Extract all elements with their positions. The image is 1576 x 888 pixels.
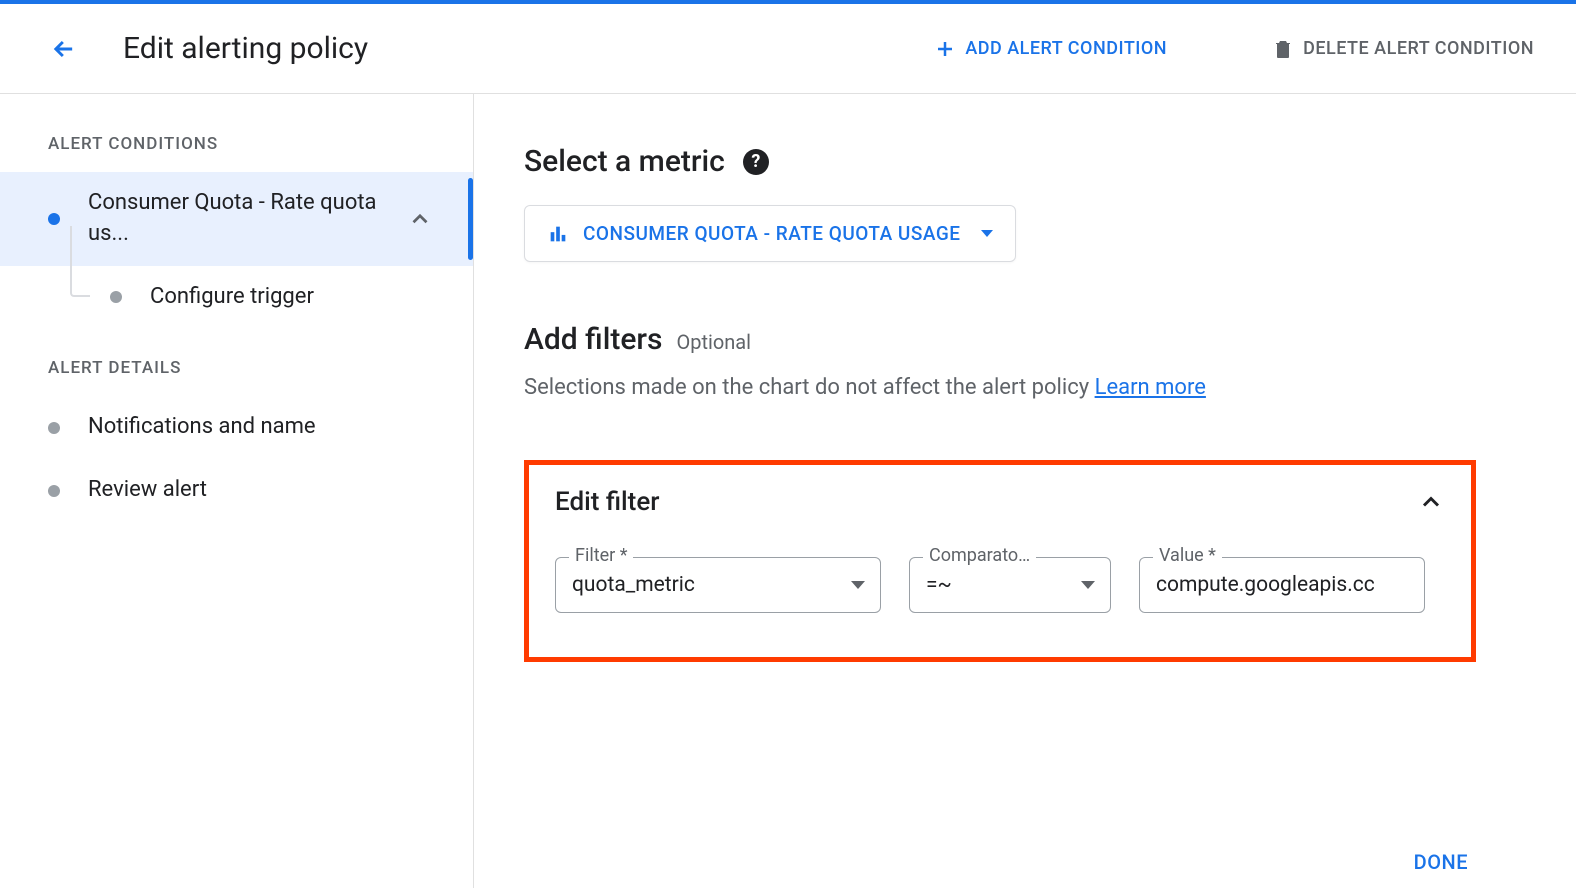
step-dot-icon — [48, 422, 60, 434]
sidebar-item-label: Review alert — [88, 475, 453, 506]
step-dot-icon — [110, 291, 122, 303]
caret-down-icon — [981, 230, 993, 237]
trash-icon — [1271, 37, 1295, 61]
help-icon[interactable]: ? — [743, 149, 769, 175]
plus-icon — [933, 37, 957, 61]
add-filters-heading: Add filters — [524, 322, 662, 357]
sidebar-item-notifications[interactable]: Notifications and name — [0, 396, 473, 459]
caret-down-icon — [1081, 581, 1095, 589]
sidebar-item-configure-trigger[interactable]: Configure trigger — [0, 266, 473, 329]
main-content: Select a metric ? CONSUMER QUOTA - RATE … — [474, 94, 1576, 888]
filters-description: Selections made on the chart do not affe… — [524, 375, 1524, 400]
optional-label: Optional — [676, 330, 751, 354]
delete-alert-condition-label: DELETE ALERT CONDITION — [1303, 38, 1534, 59]
metric-selector-label: CONSUMER QUOTA - RATE QUOTA USAGE — [583, 222, 961, 245]
metric-selector[interactable]: CONSUMER QUOTA - RATE QUOTA USAGE — [524, 205, 1016, 262]
filter-field-label: Filter * — [569, 545, 633, 566]
chevron-up-icon[interactable] — [1417, 488, 1445, 516]
sidebar: ALERT CONDITIONS Consumer Quota - Rate q… — [0, 94, 474, 888]
step-dot-icon — [48, 485, 60, 497]
bar-chart-icon — [547, 223, 569, 245]
delete-alert-condition-button[interactable]: DELETE ALERT CONDITION — [1259, 29, 1546, 69]
tree-connector — [70, 266, 90, 297]
edit-filter-panel: Edit filter Filter * quota_metric Compar… — [524, 460, 1476, 662]
chevron-up-icon[interactable] — [407, 206, 433, 232]
filters-desc-text: Selections made on the chart do not affe… — [524, 375, 1095, 400]
page-title: Edit alerting policy — [123, 31, 368, 66]
learn-more-link[interactable]: Learn more — [1095, 375, 1206, 400]
value-field[interactable]: Value * compute.googleapis.cc — [1139, 557, 1425, 613]
back-arrow-icon[interactable] — [50, 35, 78, 63]
done-button[interactable]: DONE — [1414, 850, 1468, 874]
add-alert-condition-button[interactable]: ADD ALERT CONDITION — [921, 29, 1179, 69]
filter-field[interactable]: Filter * quota_metric — [555, 557, 881, 613]
comparator-field-label: Comparato… — [923, 545, 1036, 566]
alert-conditions-label: ALERT CONDITIONS — [0, 134, 473, 172]
edit-filter-title: Edit filter — [555, 487, 659, 517]
add-filters-title: Add filters — [524, 322, 662, 357]
alert-details-label: ALERT DETAILS — [0, 358, 473, 396]
page-header: Edit alerting policy ADD ALERT CONDITION… — [0, 4, 1576, 94]
select-metric-title: Select a metric — [524, 144, 725, 179]
step-dot-active-icon — [48, 213, 60, 225]
tree-connector — [70, 226, 72, 266]
caret-down-icon — [851, 581, 865, 589]
sidebar-item-review-alert[interactable]: Review alert — [0, 459, 473, 522]
select-metric-heading: Select a metric ? — [524, 144, 1524, 179]
comparator-field[interactable]: Comparato… =~ — [909, 557, 1111, 613]
add-alert-condition-label: ADD ALERT CONDITION — [965, 38, 1167, 59]
sidebar-item-label: Consumer Quota - Rate quota us... — [88, 188, 407, 250]
value-field-label: Value * — [1153, 545, 1222, 566]
sidebar-item-label: Configure trigger — [150, 282, 453, 313]
sidebar-item-label: Notifications and name — [88, 412, 453, 443]
